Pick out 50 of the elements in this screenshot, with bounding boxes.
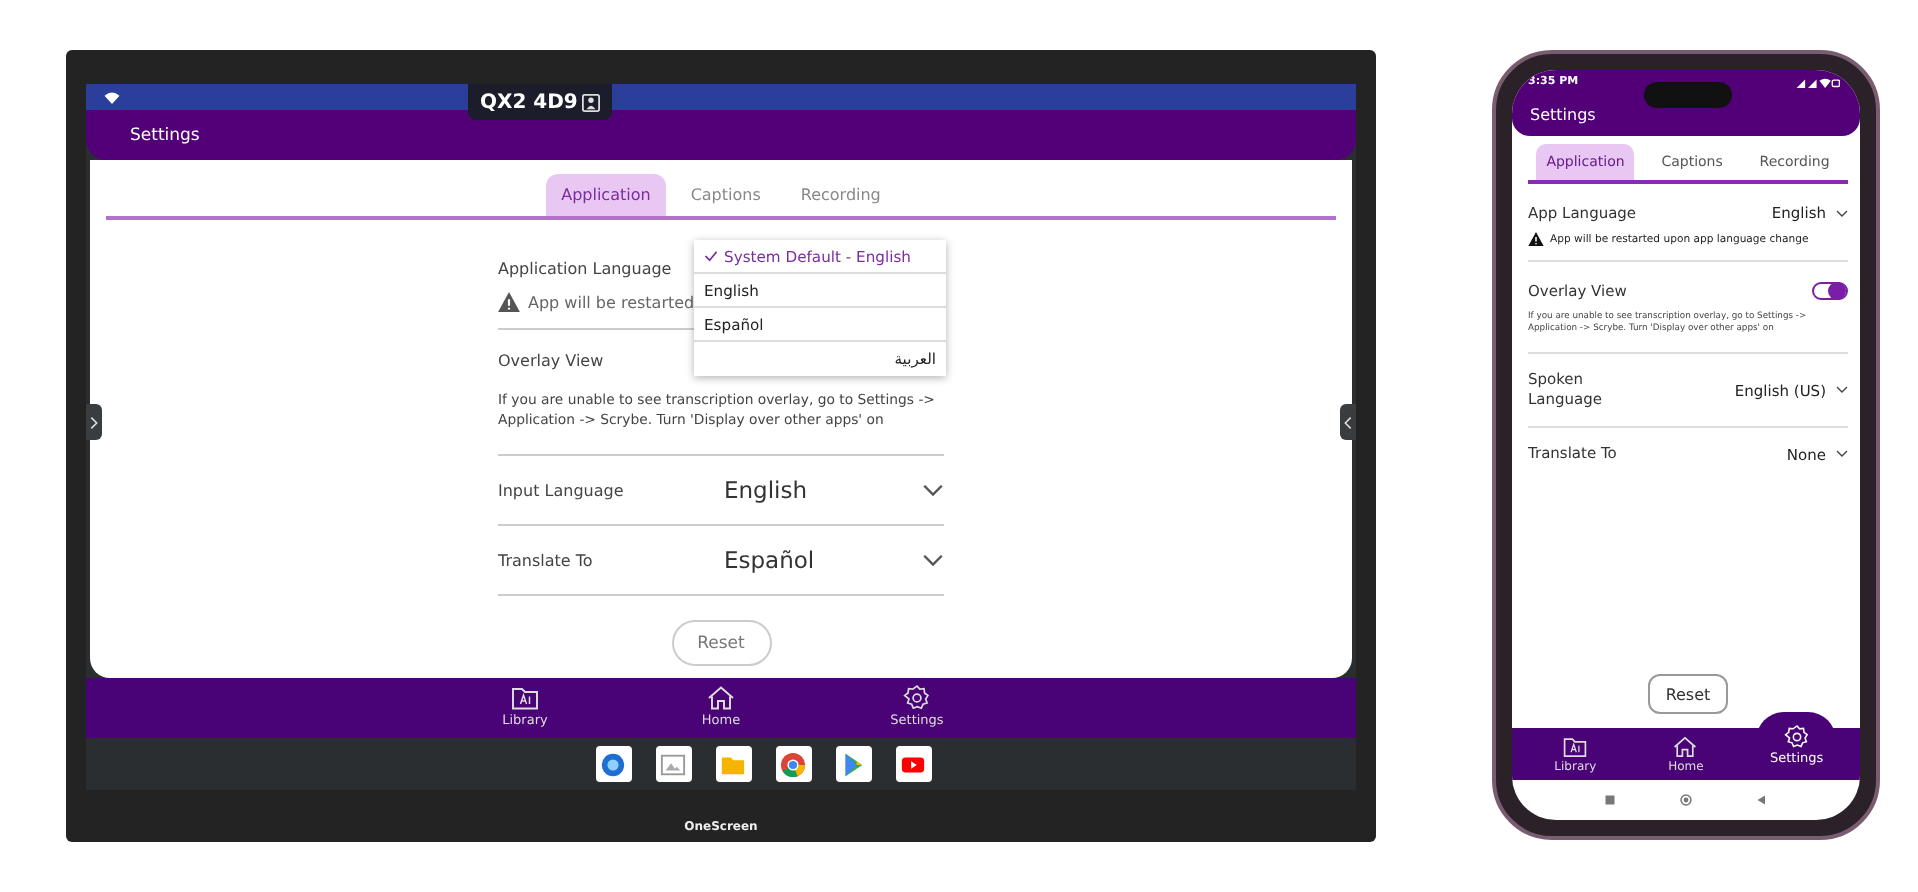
chevron-down-icon [1836,450,1848,458]
language-dropdown[interactable]: Español [724,546,944,574]
chevron-down-icon [1836,386,1848,395]
chevron-down-icon [922,483,944,497]
home-button-icon[interactable] [1680,794,1692,806]
recent-apps-icon[interactable] [1604,794,1616,806]
app-shortcut[interactable] [775,746,811,782]
setting-label: Overlay View [498,352,604,370]
chevron-down-icon [922,553,944,567]
home-icon [1672,734,1699,760]
library-icon [1562,734,1589,760]
app-shortcut[interactable] [835,746,871,782]
warning-icon [1528,232,1544,246]
side-panel-handle[interactable] [1340,404,1356,440]
tab[interactable]: Recording [784,174,897,216]
tab[interactable]: Application [545,174,667,216]
app-shortcut[interactable] [715,746,751,782]
check-icon [704,250,718,262]
overlay-toggle[interactable] [1812,282,1848,300]
app-shortcut[interactable] [655,746,691,782]
wifi-icon [104,91,120,103]
back-icon[interactable] [1756,794,1768,806]
reset-button[interactable]: Reset [1648,674,1728,714]
chevron-left-icon [1344,415,1352,429]
side-panel-handle[interactable] [86,404,102,440]
settings-icon [902,684,932,712]
tab[interactable]: Captions [674,174,777,216]
camera-cutout [1644,82,1732,108]
page-title: Settings [1530,106,1596,124]
reset-button[interactable]: Reset [671,620,771,666]
app-shortcut[interactable] [595,746,631,782]
person-icon [581,93,600,111]
play-store-icon [840,751,866,777]
browser-icon [780,751,806,777]
settings-icon [1783,724,1810,750]
setting-label: Application Language [498,260,672,278]
signal-icons [1796,77,1840,87]
app-shortcut[interactable] [895,746,931,782]
screen-code-badge: QX2 4D9 [468,84,612,120]
library-icon [510,684,540,712]
home-icon [706,684,736,712]
language-dropdown[interactable]: English [724,476,944,504]
chevron-right-icon [90,415,98,429]
setting-label: Input Language [498,481,626,499]
setting-label: Translate To [498,551,595,569]
chevron-down-icon [1836,209,1848,217]
warning-icon [498,292,520,312]
picture-icon [660,751,686,777]
page-title: Settings [130,125,200,145]
warning-text: App will be restarted [528,293,695,311]
